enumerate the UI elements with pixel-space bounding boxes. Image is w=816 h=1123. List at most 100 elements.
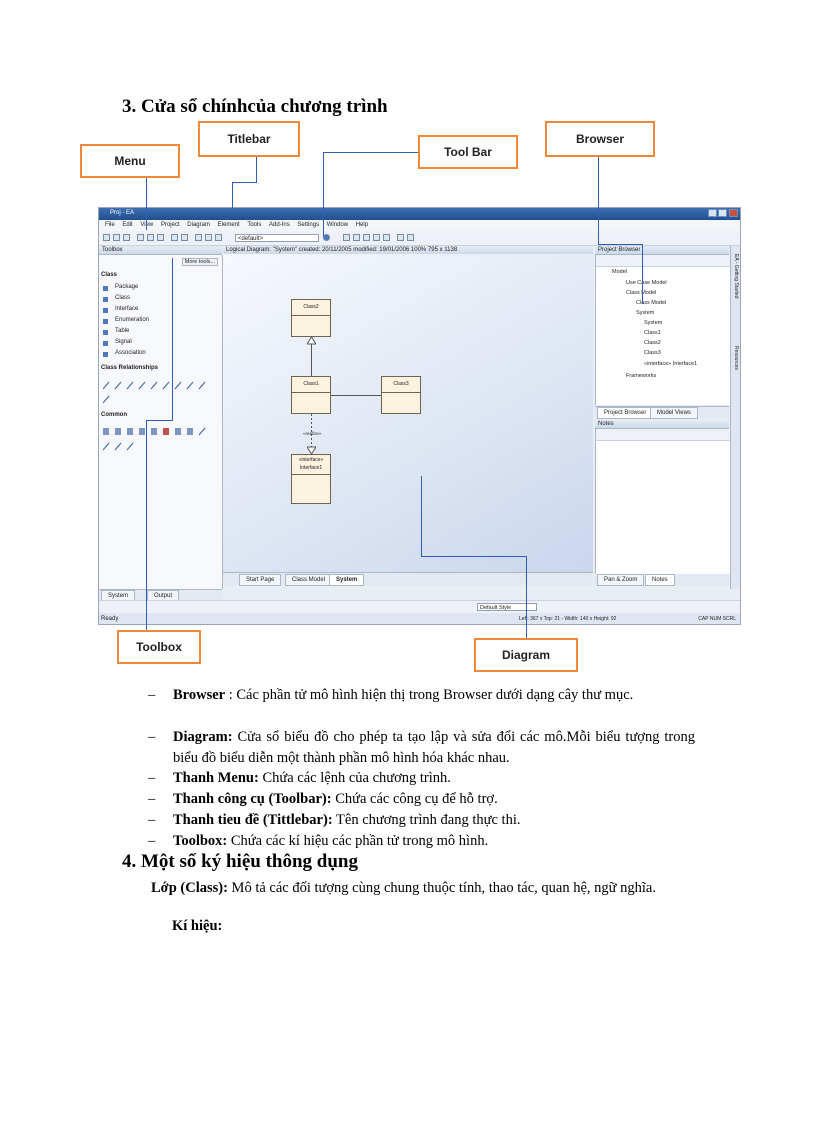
toolbox-item[interactable]: Signal bbox=[115, 339, 132, 345]
new-icon[interactable] bbox=[103, 234, 110, 241]
toolbox-section-relationships[interactable]: Class Relationships bbox=[101, 365, 158, 371]
relationship-icons[interactable] bbox=[103, 379, 215, 407]
copy-icon[interactable] bbox=[147, 234, 154, 241]
minimize-icon[interactable] bbox=[708, 209, 717, 217]
tab-pan-zoom[interactable]: Pan & Zoom bbox=[597, 574, 644, 586]
app-screenshot: Proj - EA File Edit View Project Diagram… bbox=[98, 207, 741, 625]
callout-browser: Browser bbox=[545, 121, 655, 157]
menu-file[interactable]: File bbox=[105, 222, 115, 228]
workspace-icon[interactable] bbox=[323, 234, 330, 241]
pointer-line-titlebar bbox=[256, 157, 257, 183]
menu-project[interactable]: Project bbox=[161, 222, 180, 228]
redo-icon[interactable] bbox=[181, 234, 188, 241]
package-icon bbox=[103, 286, 108, 291]
tab-class-model[interactable]: Class Model bbox=[285, 574, 332, 586]
right-sidebar: EA - Getting Started Resources bbox=[730, 246, 741, 589]
element-icon[interactable] bbox=[215, 234, 222, 241]
toolbox-panel: More tools... Class Package Class Interf… bbox=[99, 255, 223, 589]
class-name: Class2 bbox=[292, 300, 330, 316]
toolbox-item[interactable]: Class bbox=[115, 295, 130, 301]
common-icons[interactable] bbox=[103, 426, 215, 454]
menu-settings[interactable]: Settings bbox=[297, 222, 319, 228]
toolbox-section-class[interactable]: Class bbox=[101, 272, 117, 278]
menu-element[interactable]: Element bbox=[218, 222, 240, 228]
paste-icon[interactable] bbox=[157, 234, 164, 241]
maximize-icon[interactable] bbox=[718, 209, 727, 217]
bullet-item: – Diagram: Cửa sổ biểu đồ cho phép ta tạ… bbox=[148, 727, 708, 769]
table-icon bbox=[103, 330, 108, 335]
notes-header: Notes bbox=[595, 420, 729, 429]
person-icon[interactable] bbox=[397, 234, 404, 241]
tree-node[interactable]: Frameworks bbox=[626, 373, 656, 379]
menu-tools[interactable]: Tools bbox=[247, 222, 261, 228]
diagram-icon[interactable] bbox=[205, 234, 212, 241]
toolbox-item[interactable]: Association bbox=[115, 350, 146, 356]
pen-icon[interactable] bbox=[407, 234, 414, 241]
browser-header: Project Browser bbox=[595, 246, 729, 255]
toolbox-item[interactable]: Interface bbox=[115, 306, 138, 312]
getting-started-tab[interactable]: EA - Getting Started bbox=[733, 254, 739, 298]
bullet-dash: – bbox=[148, 768, 155, 789]
tree-node[interactable]: Class Model bbox=[636, 300, 666, 306]
tab-project-browser[interactable]: Project Browser bbox=[597, 407, 653, 419]
bullet-dash: – bbox=[148, 810, 155, 831]
pointer-line-toolbox bbox=[146, 420, 147, 630]
more-tools-button[interactable]: More tools... bbox=[182, 258, 218, 266]
workspace-select[interactable]: <default> bbox=[235, 234, 319, 242]
grid-icon[interactable] bbox=[373, 234, 380, 241]
toolbox-item[interactable]: Package bbox=[115, 284, 138, 290]
bullet-dash: – bbox=[148, 685, 155, 706]
open-icon[interactable] bbox=[113, 234, 120, 241]
section-heading-3: 3. Cửa sổ chínhcủa chương trình bbox=[122, 96, 388, 118]
menu-window[interactable]: Window bbox=[327, 222, 348, 228]
undo-icon[interactable] bbox=[171, 234, 178, 241]
realize-label: «realize» bbox=[303, 431, 321, 436]
tree-node[interactable]: «interface» Interface1 bbox=[644, 361, 697, 367]
status-coords: Left: 367 x Top: 21 - Width: 140 x Heigh… bbox=[519, 613, 616, 625]
tree-node[interactable]: Class2 bbox=[644, 340, 661, 346]
style-select[interactable]: Default Style bbox=[477, 603, 537, 611]
bullet-dash: – bbox=[148, 831, 155, 852]
save-icon[interactable] bbox=[123, 234, 130, 241]
tree-node[interactable]: Class3 bbox=[644, 350, 661, 356]
interface-box[interactable]: «interface» Interface1 bbox=[291, 454, 331, 504]
pointer-line-browser bbox=[642, 244, 643, 304]
resources-tab[interactable]: Resources bbox=[733, 346, 739, 370]
status-ready: Ready bbox=[101, 613, 118, 625]
print-icon[interactable] bbox=[137, 234, 144, 241]
toolbox-section-common[interactable]: Common bbox=[101, 412, 127, 418]
class-box[interactable]: Class3 bbox=[381, 376, 421, 414]
notes-panel[interactable] bbox=[595, 429, 730, 574]
list-icon[interactable] bbox=[383, 234, 390, 241]
class-box[interactable]: Class1 bbox=[291, 376, 331, 414]
class-box[interactable]: Class2 bbox=[291, 299, 331, 337]
pointer-line-menu bbox=[146, 178, 147, 230]
tree-node[interactable]: System bbox=[636, 310, 654, 316]
close-icon[interactable] bbox=[729, 209, 738, 217]
find-icon[interactable] bbox=[195, 234, 202, 241]
diagram-canvas[interactable]: Class2 Class1 Class3 «interface» Interfa… bbox=[223, 254, 593, 572]
pointer-line-toolbox bbox=[172, 258, 173, 420]
layout2-icon[interactable] bbox=[353, 234, 360, 241]
tab-start-page[interactable]: Start Page bbox=[239, 574, 281, 586]
title-bar: Proj - EA bbox=[99, 208, 740, 220]
tree-node[interactable]: Model bbox=[612, 269, 627, 275]
tree-node[interactable]: Use Case Model bbox=[626, 280, 667, 286]
class-term: Lớp (Class): bbox=[151, 880, 228, 896]
toolbox-item[interactable]: Table bbox=[115, 328, 129, 334]
tree-node[interactable]: System bbox=[644, 320, 662, 326]
layout-icon[interactable] bbox=[343, 234, 350, 241]
toolbox-item[interactable]: Enumeration bbox=[115, 317, 149, 323]
tab-notes[interactable]: Notes bbox=[645, 574, 675, 586]
menu-diagram[interactable]: Diagram bbox=[187, 222, 210, 228]
menu-edit[interactable]: Edit bbox=[122, 222, 132, 228]
toolbox-header: Toolbox bbox=[99, 246, 222, 255]
menu-help[interactable]: Help bbox=[356, 222, 368, 228]
font-icon[interactable] bbox=[363, 234, 370, 241]
bullet-term: Thanh Menu: bbox=[173, 770, 259, 786]
pointer-line-diagram bbox=[421, 476, 422, 557]
tab-system[interactable]: System bbox=[329, 574, 364, 586]
tab-model-views[interactable]: Model Views bbox=[650, 407, 698, 419]
tree-node[interactable]: Class1 bbox=[644, 330, 661, 336]
menu-addins[interactable]: Add-Ins bbox=[269, 222, 290, 228]
